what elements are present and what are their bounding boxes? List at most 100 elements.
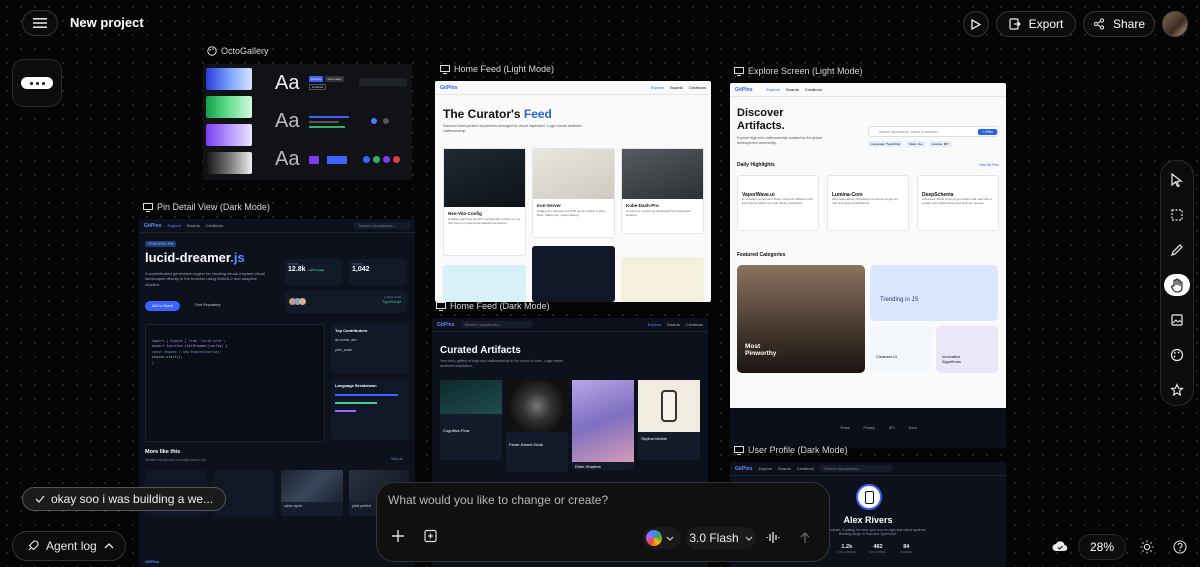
rocket-icon (28, 540, 39, 551)
stars-stat: STARS 12.8k +12% today (285, 259, 343, 285)
chevron-up-icon (104, 543, 114, 549)
agent-log-button[interactable]: Agent log (12, 531, 126, 561)
chevron-down-icon (666, 536, 674, 541)
draw-tool[interactable] (1164, 239, 1190, 261)
swatch-purple (206, 124, 252, 146)
featured-innovative-card[interactable]: Innovative Algorithms (936, 326, 998, 373)
color-wheel-icon (646, 530, 662, 546)
board-label-home-dark[interactable]: Home Feed (Dark Mode) (436, 301, 550, 311)
hand-tool[interactable] (1164, 274, 1190, 296)
type-sample-1: Aa (275, 72, 300, 94)
add-frame-icon (424, 529, 437, 543)
export-icon (1009, 18, 1021, 30)
prompt-input[interactable]: What would you like to change or create? (388, 493, 608, 507)
monitor-icon (734, 445, 744, 455)
home-light-card-2[interactable]: Iron-Server Scaling the Concurrent HTTP … (532, 148, 615, 238)
featured-pinworthy-card[interactable]: Most Pinworthy (737, 265, 865, 373)
swatch-neutral (206, 152, 252, 174)
board-octogallery[interactable]: Aa Aa Aa Primary Secondary Outlined (203, 64, 412, 180)
frame-tool[interactable] (1164, 204, 1190, 226)
board-label-pin-detail[interactable]: Pin Detail View (Dark Mode) (143, 202, 270, 212)
swatch-blue (206, 68, 252, 90)
hamburger-icon (33, 18, 47, 28)
pencil-icon (1171, 244, 1183, 256)
share-icon (1093, 18, 1105, 30)
help-button[interactable] (1173, 540, 1187, 559)
chevron-down-icon (745, 536, 753, 541)
cursor-icon (1171, 173, 1183, 187)
favorite-tool[interactable] (1164, 379, 1190, 401)
board-home-light[interactable]: GitPins Explore Boards Creations The Cur… (435, 81, 711, 302)
model-selector[interactable]: 3.0 Flash (686, 527, 756, 549)
add-to-board-button[interactable]: Add to Board (145, 301, 180, 311)
palette-icon (207, 46, 217, 56)
share-label: Share (1112, 17, 1146, 31)
chat-toggle-button[interactable] (12, 59, 62, 107)
user-avatar[interactable] (1162, 11, 1188, 37)
contributors-language: LANGUAGE TypeScript (285, 291, 407, 313)
home-dark-heading: Curated Artifacts (440, 345, 521, 356)
add-attachment-button[interactable] (391, 529, 405, 548)
highlight-card-1[interactable]: VaporWave.ui A nostalgic Component libra… (737, 175, 819, 231)
palette-icon (1170, 348, 1184, 362)
agent-message-chip[interactable]: okay soo i was building a we... (22, 487, 227, 511)
project-title[interactable]: New project (70, 15, 144, 30)
preview-button[interactable] (963, 11, 989, 37)
type-sample-3: Aa (275, 148, 300, 170)
question-icon (1173, 540, 1187, 554)
board-label-home-light[interactable]: Home Feed (Light Mode) (440, 64, 554, 74)
prompt-composer: What would you like to change or create?… (376, 482, 830, 562)
insert-frame-button[interactable] (424, 529, 439, 548)
monitor-icon (436, 301, 446, 311)
home-light-card-3[interactable]: Kube-Dash-Pro A real-time monitoring das… (621, 148, 704, 234)
theme-tool[interactable] (1164, 344, 1190, 366)
highlight-card-3[interactable]: DeepSchema Advanced JSON schema generati… (917, 175, 999, 231)
sun-icon (1140, 540, 1154, 554)
image-icon (1171, 314, 1183, 326)
home-dark-card-1[interactable]: Cognitive-Flow (440, 380, 502, 460)
main-menu-button[interactable] (22, 10, 58, 36)
zoom-level[interactable]: 28% (1078, 534, 1126, 560)
select-tool[interactable] (1164, 169, 1190, 191)
voice-button[interactable] (766, 531, 780, 549)
swatch-green (206, 96, 252, 118)
pin-title: lucid-dreamer.js (145, 250, 245, 265)
featured-trending-card[interactable]: Trending in JS (870, 265, 998, 321)
board-label-explore-light[interactable]: Explore Screen (Light Mode) (734, 66, 863, 76)
board-pin-detail[interactable]: GitPins Explore Boards Creations Search … (139, 219, 415, 567)
highlight-card-2[interactable]: Lumina-Core Zero-dependency lightweight … (827, 175, 909, 231)
board-explore-light[interactable]: GitPins Explore Boards Creations Discove… (730, 83, 1006, 448)
image-tool[interactable] (1164, 309, 1190, 331)
plus-icon (392, 530, 404, 542)
explore-search-input[interactable]: Search repositories, topics or authors..… (868, 126, 998, 137)
explore-footer: Terms Privacy API Docs (730, 408, 1006, 448)
home-dark-card-2[interactable]: Fenrir-Kernel-Hook (506, 380, 568, 472)
chip-primary: Primary (309, 76, 324, 82)
explore-heading: Discover Artifacts. (737, 107, 785, 132)
monitor-icon (143, 202, 153, 212)
theme-toggle-button[interactable] (1140, 540, 1154, 559)
contributors-panel: Top Contributors alt-runner_dev pixel_co… (331, 324, 409, 374)
export-button[interactable]: Export (996, 11, 1076, 37)
arrow-up-icon (800, 532, 810, 543)
home-light-card-1[interactable]: Neo-Vim-Config A highly optimized NeoVim… (443, 148, 526, 256)
board-label-profile-dark[interactable]: User Profile (Dark Mode) (734, 445, 848, 455)
type-sample-2: Aa (275, 110, 300, 132)
code-panel: import { Engine } from 'lucid-core'; exp… (145, 324, 325, 442)
featured-cleanest-card[interactable]: Cleanest UI (870, 326, 932, 373)
monitor-icon (734, 66, 744, 76)
forks-stat: FORKS 1,042 (349, 259, 407, 285)
hand-icon (1170, 277, 1183, 293)
monitor-icon (440, 64, 450, 74)
chip-outlined: Outlined (309, 84, 327, 90)
send-button[interactable] (799, 531, 811, 549)
color-picker-button[interactable] (643, 527, 681, 549)
cloud-sync-button[interactable] (1052, 539, 1068, 557)
home-dark-card-4[interactable]: Skyline-Mobile (638, 380, 700, 460)
fork-button[interactable]: Fork Repository (195, 303, 220, 307)
board-label-octogallery[interactable]: OctoGallery (207, 46, 269, 56)
home-dark-card-3[interactable]: Ether-Shaders (572, 380, 634, 470)
share-button[interactable]: Share (1083, 11, 1155, 37)
frame-select-icon (1171, 209, 1183, 221)
chat-bubble-icon (21, 77, 53, 89)
